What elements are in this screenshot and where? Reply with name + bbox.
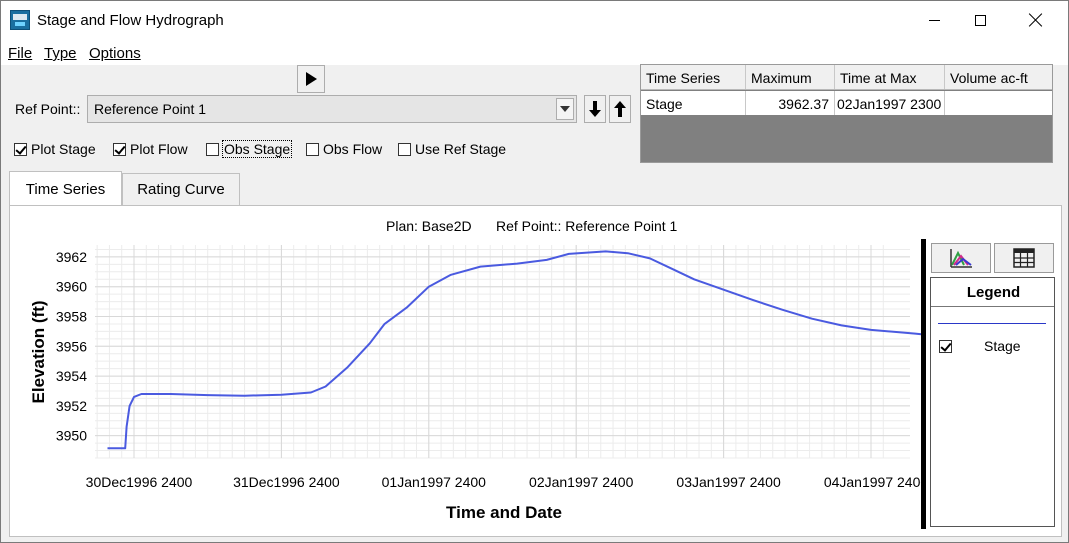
legend-series-line: [938, 323, 1046, 324]
plot-stage-checkbox[interactable]: Plot Stage: [14, 139, 96, 159]
use-ref-stage-checkbox[interactable]: Use Ref Stage: [398, 139, 506, 159]
menu-bar: File Type Options: [1, 39, 1068, 65]
y-axis-title: Elevation (ft): [29, 301, 48, 404]
table-view-button[interactable]: [994, 243, 1054, 273]
chart-series: [107, 250, 945, 450]
legend-entry-label: Stage: [984, 338, 1021, 354]
x-tick-label: 31Dec1996 2400: [233, 474, 340, 490]
table-cell[interactable]: [945, 91, 1052, 115]
chart-plan-label: Plan: Base2D: [386, 218, 472, 234]
table-header-row: Time Series Maximum Time at Max Volume a…: [641, 65, 1052, 90]
maximize-button[interactable]: [957, 1, 1003, 39]
minimize-icon: [928, 19, 940, 21]
chart-view-button[interactable]: [931, 243, 991, 273]
table-cell[interactable]: 02Jan1997 2300: [835, 91, 945, 115]
play-button[interactable]: [297, 65, 325, 93]
chart-icon: [950, 249, 972, 268]
obs-flow-checkbox[interactable]: Obs Flow: [306, 139, 382, 159]
checkbox-box: [14, 142, 27, 156]
move-down-button[interactable]: [584, 95, 606, 123]
y-tick-label: 3952: [56, 398, 87, 414]
legend-checkbox[interactable]: [939, 339, 952, 353]
y-tick-label: 3956: [56, 338, 87, 354]
hydrograph-chart[interactable]: Plan: Base2D Ref Point:: Reference Point…: [10, 206, 1061, 536]
plot-flow-checkbox[interactable]: Plot Flow: [113, 139, 188, 159]
table-icon: [1013, 248, 1035, 268]
plot-stage-label: Plot Stage: [31, 141, 96, 157]
play-icon: [305, 72, 317, 86]
y-tick-label: 3954: [56, 368, 87, 384]
close-button[interactable]: [1013, 1, 1059, 39]
x-tick-label: 03Jan1997 2400: [676, 474, 781, 490]
y-tick-label: 3962: [56, 249, 87, 265]
legend-entry-stage[interactable]: Stage: [939, 338, 1021, 354]
tab-time-series-label: Time Series: [25, 180, 106, 198]
y-tick-label: 3958: [56, 308, 87, 324]
menu-options[interactable]: Options: [89, 45, 141, 62]
table-header-cell[interactable]: Time at Max: [835, 65, 945, 89]
menu-type-label: Type: [44, 45, 77, 62]
tab-rating-curve[interactable]: Rating Curve: [122, 173, 240, 205]
ref-point-label: Ref Point::: [15, 101, 81, 117]
legend-panel: Legend Stage: [921, 239, 1056, 529]
chart-ref-label: Ref Point:: Reference Point 1: [496, 218, 678, 234]
ref-point-value: Reference Point 1: [94, 101, 207, 117]
menu-type[interactable]: Type: [44, 45, 77, 62]
table-row[interactable]: Stage 3962.37 02Jan1997 2300: [641, 91, 1052, 115]
checkbox-box: [306, 142, 319, 156]
table-cell[interactable]: 3962.37: [746, 91, 835, 115]
x-tick-label: 30Dec1996 2400: [86, 474, 193, 490]
tab-time-series[interactable]: Time Series: [9, 171, 122, 206]
dropdown-button[interactable]: [556, 98, 574, 120]
x-tick-label: 04Jan1997 2400: [824, 474, 929, 490]
checkbox-box: [113, 142, 126, 156]
window-title: Stage and Flow Hydrograph: [37, 12, 224, 29]
x-axis-title: Time and Date: [446, 503, 562, 522]
legend-title: Legend: [966, 284, 1021, 301]
ref-point-select[interactable]: Reference Point 1: [87, 95, 577, 123]
maximize-icon: [974, 14, 986, 26]
chart-panel: Plan: Base2D Ref Point:: Reference Point…: [9, 205, 1062, 537]
use-ref-stage-label: Use Ref Stage: [415, 141, 507, 157]
menu-file[interactable]: File: [8, 45, 32, 62]
arrow-down-icon: [589, 101, 601, 117]
tab-rating-curve-label: Rating Curve: [137, 181, 225, 198]
hydrograph-window: Stage and Flow Hydrograph File Type Opti…: [0, 0, 1069, 543]
menu-file-label: File: [8, 45, 33, 62]
move-up-button[interactable]: [609, 95, 631, 123]
table-header-cell[interactable]: Volume ac-ft: [945, 65, 1052, 89]
series-line-stage: [107, 250, 945, 450]
x-tick-label: 02Jan1997 2400: [529, 474, 634, 490]
checkbox-box: [398, 142, 411, 156]
chevron-down-icon: [560, 106, 570, 112]
obs-stage-label: Obs Stage: [221, 140, 293, 158]
close-icon: [1029, 13, 1043, 27]
plot-flow-label: Plot Flow: [130, 141, 188, 157]
title-bar[interactable]: Stage and Flow Hydrograph: [1, 1, 1068, 39]
legend-box: Legend Stage: [930, 277, 1055, 527]
obs-flow-label: Obs Flow: [323, 141, 383, 157]
checkbox-box: [206, 142, 219, 156]
summary-table: Time Series Maximum Time at Max Volume a…: [640, 64, 1053, 163]
obs-stage-checkbox[interactable]: Obs Stage: [206, 139, 293, 159]
x-tick-label: 01Jan1997 2400: [382, 474, 487, 490]
chart-grid: [95, 245, 910, 459]
legend-divider: [931, 306, 1054, 307]
app-icon: [10, 10, 30, 30]
menu-options-label: Options: [89, 45, 141, 62]
table-cell[interactable]: Stage: [641, 91, 746, 115]
table-header-cell[interactable]: Time Series: [641, 65, 746, 89]
arrow-up-icon: [614, 101, 626, 117]
y-tick-label: 3950: [56, 428, 87, 444]
y-tick-label: 3960: [56, 279, 87, 295]
table-header-cell[interactable]: Maximum: [746, 65, 835, 89]
minimize-button[interactable]: [911, 1, 957, 39]
